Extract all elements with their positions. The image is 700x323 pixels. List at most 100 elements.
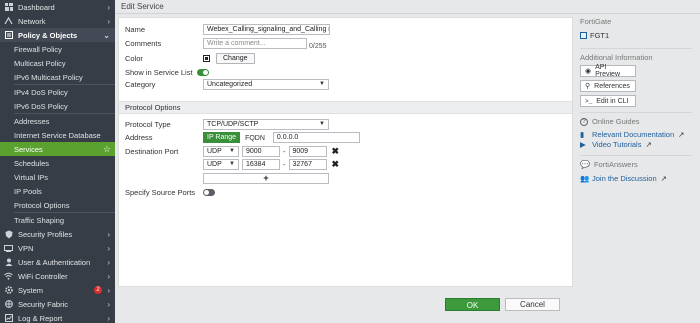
sidebar-item-user-authentication[interactable]: User & Authentication › (0, 255, 115, 269)
color-label: Color (125, 53, 143, 63)
sidebar-subitem-internet-service-database[interactable]: Internet Service Database (0, 128, 115, 142)
sidebar-item-label: VPN (18, 243, 34, 253)
sidebar: Dashboard › Network › Policy & Objects ⌄… (0, 0, 115, 323)
references-button[interactable]: ⚲ References (580, 80, 636, 92)
log-icon (4, 314, 13, 323)
sidebar-subitem-ip-pools[interactable]: IP Pools (0, 184, 115, 198)
chevron-right-icon: › (107, 286, 110, 295)
protocol-type-label: Protocol Type (125, 119, 171, 129)
chevron-down-icon: ▼ (229, 147, 235, 154)
sidebar-item-wifi-controller[interactable]: WiFi Controller › (0, 269, 115, 283)
additional-buttons: ◉ API Preview ⚲ References >_ Edit in CL… (580, 64, 636, 107)
online-guides-header: ? Online Guides (580, 117, 698, 126)
sidebar-item-label: WiFi Controller (18, 271, 68, 281)
chevron-down-icon: ▼ (319, 120, 325, 127)
relevant-docs-label: Relevant Documentation (592, 129, 675, 139)
sidebar-subitem-traffic-shaping[interactable]: Traffic Shaping (0, 213, 115, 227)
name-field[interactable]: Webex_Calling_signaling_and_Calling m (203, 23, 330, 35)
chevron-down-icon: ⌄ (103, 31, 110, 40)
port-low-field[interactable]: 16384 (242, 158, 280, 170)
port-high-field[interactable]: 9009 (288, 145, 327, 157)
port-protocol-select[interactable]: UDP ▼ (203, 158, 239, 170)
port-high-field[interactable]: 32767 (288, 158, 327, 170)
chevron-right-icon: › (107, 300, 110, 309)
shield-icon (4, 230, 13, 239)
dashboard-icon (4, 3, 13, 12)
address-field[interactable]: 0.0.0.0 (272, 131, 360, 143)
sidebar-item-label: System (18, 285, 44, 295)
sidebar-item-system[interactable]: System 2 › (0, 283, 115, 297)
external-link-icon: ↗ (645, 139, 652, 149)
chevron-right-icon: › (107, 272, 110, 281)
video-tutorials-link[interactable]: ▶ Video Tutorials ↗ (580, 139, 698, 149)
name-row: Name Webex_Calling_signaling_and_Calling… (125, 23, 330, 35)
sidebar-subitem-addresses[interactable]: Addresses (0, 114, 115, 128)
terminal-icon: >_ (585, 97, 593, 105)
category-selected-value: Uncategorized (207, 80, 253, 88)
color-change-button[interactable]: Change (216, 52, 255, 64)
sidebar-subitem-services[interactable]: Services ☆ (0, 142, 115, 156)
sidebar-subitem-multicast-policy[interactable]: Multicast Policy (0, 56, 115, 70)
sidebar-subitem-firewall-policy[interactable]: Firewall Policy (0, 42, 115, 56)
protocol-type-select[interactable]: TCP/UDP/SCTP ▼ (203, 118, 329, 130)
sidebar-item-label: Dashboard (18, 2, 55, 12)
port-low-field[interactable]: 9000 (242, 145, 280, 157)
fabric-icon (4, 300, 13, 309)
star-icon[interactable]: ☆ (103, 144, 111, 155)
join-discussion-label: Join the Discussion (592, 173, 657, 183)
sidebar-item-network[interactable]: Network › (0, 14, 115, 28)
sidebar-item-policy-objects[interactable]: Policy & Objects ⌄ (0, 28, 115, 42)
cancel-button[interactable]: Cancel (505, 298, 560, 311)
specify-source-label: Specify Source Ports (125, 187, 196, 197)
sidebar-item-log-report[interactable]: Log & Report › (0, 311, 115, 323)
ok-button[interactable]: OK (445, 298, 500, 311)
port-protocol-select[interactable]: UDP ▼ (203, 145, 239, 157)
sidebar-subitem-ipv4-dos-policy[interactable]: IPv4 DoS Policy (0, 85, 115, 99)
sidebar-subitem-ipv6-multicast-policy[interactable]: IPv6 Multicast Policy (0, 70, 115, 84)
vpn-icon (4, 244, 13, 253)
page-header: Edit Service (115, 0, 700, 14)
video-tutorials-label: Video Tutorials (592, 139, 642, 149)
join-discussion-link[interactable]: 👥 Join the Discussion ↗ (580, 173, 698, 183)
sidebar-item-security-fabric[interactable]: Security Fabric › (0, 297, 115, 311)
add-port-button[interactable]: + (203, 172, 329, 184)
specify-source-toggle[interactable] (203, 188, 215, 196)
category-select[interactable]: Uncategorized ▼ (203, 78, 329, 90)
show-in-list-toggle[interactable] (196, 68, 209, 76)
device-link[interactable]: FGT1 (580, 31, 698, 40)
chevron-right-icon: › (107, 17, 110, 26)
sidebar-item-vpn[interactable]: VPN › (0, 241, 115, 255)
chevron-down-icon: ▼ (319, 80, 325, 87)
sidebar-subitem-protocol-options[interactable]: Protocol Options (0, 198, 115, 212)
external-link-icon: ↗ (660, 173, 667, 183)
category-label: Category (125, 79, 156, 89)
sidebar-subitem-schedules[interactable]: Schedules (0, 156, 115, 170)
device-name: FGT1 (590, 31, 610, 40)
sidebar-item-dashboard[interactable]: Dashboard › (0, 0, 115, 14)
policy-icon (4, 31, 13, 40)
sidebar-item-security-profiles[interactable]: Security Profiles › (0, 227, 115, 241)
sidebar-subitem-label: Firewall Policy (14, 44, 62, 54)
chat-icon: 💬 (580, 160, 590, 169)
address-label: Address (125, 132, 153, 142)
sidebar-subitem-ipv6-dos-policy[interactable]: IPv6 DoS Policy (0, 99, 115, 113)
edit-in-cli-button[interactable]: >_ Edit in CLI (580, 95, 636, 107)
address-mode-fqdn[interactable]: FQDN (240, 131, 270, 143)
page-title: Edit Service (121, 2, 164, 11)
comments-counter: 0/255 (309, 42, 327, 50)
port-protocol-value: UDP (207, 160, 222, 168)
notification-badge: 2 (94, 286, 102, 294)
comments-field[interactable]: Write a comment... (203, 37, 307, 49)
range-separator: - (283, 146, 286, 156)
video-icon: ▶ (580, 139, 586, 149)
remove-port-icon[interactable]: ✖ (332, 146, 340, 157)
address-mode-ip-range[interactable]: IP Range (203, 131, 241, 143)
remove-port-icon[interactable]: ✖ (332, 159, 340, 170)
sidebar-subitem-virtual-ips[interactable]: Virtual IPs (0, 170, 115, 184)
category-row: Category Uncategorized ▼ (125, 78, 329, 90)
dest-port-row-1: Destination Port UDP ▼ 9000 - 9009 ✖ (125, 145, 339, 157)
range-separator: - (283, 159, 286, 169)
relevant-docs-link[interactable]: ▮ Relevant Documentation ↗ (580, 129, 698, 139)
api-preview-button[interactable]: ◉ API Preview (580, 64, 636, 78)
sidebar-item-label: Policy & Objects (18, 30, 78, 40)
